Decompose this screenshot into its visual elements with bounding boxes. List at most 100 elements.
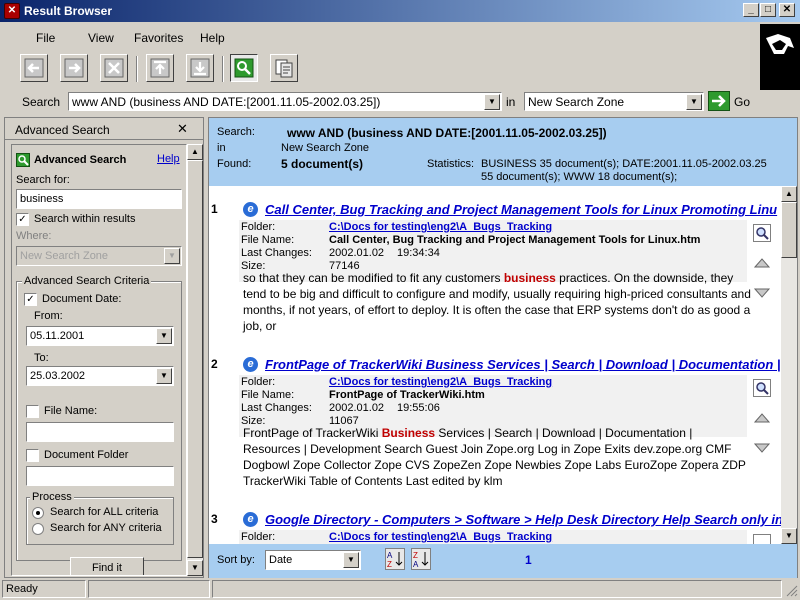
arrow-right-icon	[64, 58, 84, 78]
query-text[interactable]: www AND (business AND DATE:[2001.11.05-2…	[72, 95, 380, 109]
next-result-button[interactable]	[186, 54, 214, 82]
result-title-link[interactable]: FrontPage of TrackerWiki Business Servic…	[265, 357, 781, 372]
from-date-value: 05.11.2001	[30, 330, 85, 342]
advanced-search-panel: Advanced Search ✕ Advanced Search Help S…	[4, 117, 204, 578]
menu-view[interactable]: View	[88, 31, 114, 45]
menu-help[interactable]: Help	[200, 31, 225, 45]
any-criteria-radio[interactable]	[32, 523, 44, 535]
magnifier-icon[interactable]	[753, 224, 771, 242]
query-combobox[interactable]: www AND (business AND DATE:[2001.11.05-2…	[68, 92, 502, 111]
document-folder-checkbox[interactable]	[26, 449, 39, 462]
find-it-button[interactable]: Find it	[70, 557, 144, 575]
go-label[interactable]: Go	[734, 95, 750, 109]
arrow-up-icon	[150, 58, 170, 78]
menu-file[interactable]: File	[36, 31, 55, 45]
chevron-down-icon: ▼	[164, 248, 180, 264]
file-name-checkbox[interactable]	[26, 405, 39, 418]
form-title: Advanced Search	[34, 154, 127, 166]
close-panel-icon[interactable]: ✕	[177, 121, 188, 137]
result-title-link[interactable]: Google Directory - Computers > Software …	[265, 512, 781, 527]
prev-hit-icon[interactable]	[753, 254, 771, 272]
document-folder-input[interactable]	[26, 466, 174, 486]
next-hit-icon[interactable]	[753, 284, 771, 302]
stop-button[interactable]	[100, 54, 128, 82]
scroll-down-icon[interactable]: ▼	[781, 528, 797, 544]
prev-hit-icon[interactable]	[753, 409, 771, 427]
previous-result-button[interactable]	[146, 54, 174, 82]
result-number: 1	[211, 202, 218, 216]
panel-header: Advanced Search ✕	[5, 118, 203, 140]
resize-grip-icon[interactable]	[784, 582, 798, 598]
sort-ascending-icon[interactable]: AZ	[385, 548, 405, 570]
scroll-thumb[interactable]	[187, 160, 203, 558]
logo	[760, 24, 800, 90]
snippet-text: FrontPage of TrackerWiki	[243, 426, 382, 440]
file-name-input[interactable]	[26, 422, 174, 442]
statistics-label: Statistics:	[427, 158, 475, 170]
go-button[interactable]	[708, 91, 730, 111]
chevron-down-icon[interactable]: ▼	[686, 94, 702, 110]
zone-value: New Search Zone	[528, 95, 625, 109]
scroll-thumb[interactable]	[781, 202, 797, 258]
advanced-search-button[interactable]	[230, 54, 258, 82]
scroll-up-icon[interactable]: ▲	[781, 186, 797, 202]
back-button[interactable]	[20, 54, 48, 82]
search-summary: Search: www AND (business AND DATE:[2001…	[209, 118, 797, 186]
view-document-button[interactable]	[270, 54, 298, 82]
search-within-checkbox[interactable]: ✓	[16, 213, 29, 226]
result-number: 3	[211, 512, 218, 526]
process-group	[26, 497, 174, 545]
to-date-value: 25.03.2002	[30, 370, 86, 382]
scroll-down-icon[interactable]: ▼	[187, 560, 203, 576]
window-title: Result Browser	[24, 4, 113, 18]
forward-button[interactable]	[60, 54, 88, 82]
file-name-value: Call Center, Bug Tracking and Project Ma…	[329, 234, 701, 246]
magnifier-icon[interactable]	[753, 534, 771, 544]
search-for-input[interactable]: business	[16, 189, 182, 209]
folder-label: Folder:	[241, 221, 276, 233]
chevron-down-icon[interactable]: ▼	[156, 328, 172, 344]
results-scrollbar[interactable]: ▲ ▼	[781, 186, 797, 544]
next-hit-icon[interactable]	[753, 439, 771, 457]
all-criteria-radio[interactable]	[32, 507, 44, 519]
result-title-link[interactable]: Call Center, Bug Tracking and Project Ma…	[265, 202, 777, 217]
sort-select[interactable]: Date ▼	[265, 550, 361, 570]
search-label: Search	[22, 95, 61, 109]
toolbar	[0, 50, 760, 90]
ie-page-icon: e	[243, 202, 258, 217]
status-text: Ready	[2, 580, 86, 598]
menu-favorites[interactable]: Favorites	[134, 31, 183, 45]
document-date-label: Document Date:	[42, 293, 122, 305]
file-name-label: File Name:	[241, 234, 295, 246]
app-icon[interactable]: ✕	[4, 3, 20, 19]
folder-link[interactable]: C:\Docs for testing\eng2\A_Bugs_Tracking	[329, 221, 552, 233]
last-changes-date: 2002.01.02	[329, 402, 385, 414]
sort-label: Sort by:	[217, 554, 255, 566]
panel-scrollbar[interactable]: ▲ ▼	[187, 144, 203, 576]
results-list: 1 e Call Center, Bug Tracking and Projec…	[209, 186, 781, 544]
to-date-picker[interactable]: 25.03.2002 ▼	[26, 366, 174, 386]
svg-text:A: A	[387, 551, 393, 560]
result-item: 2 e FrontPage of TrackerWiki Business Se…	[209, 357, 781, 497]
document-date-checkbox[interactable]: ✓	[24, 293, 37, 306]
statistics-value: BUSINESS 35 document(s); DATE:2001.11.05…	[481, 158, 767, 183]
from-date-picker[interactable]: 05.11.2001 ▼	[26, 326, 174, 346]
magnifier-icon[interactable]	[753, 379, 771, 397]
chevron-down-icon[interactable]: ▼	[343, 552, 359, 568]
maximize-button[interactable]: □	[760, 3, 776, 17]
folder-link[interactable]: C:\Docs for testing\eng2\A_Bugs_Tracking	[329, 376, 552, 388]
folder-label: Folder:	[241, 376, 276, 388]
chevron-down-icon[interactable]: ▼	[156, 368, 172, 384]
zone-select[interactable]: New Search Zone ▼	[524, 92, 704, 111]
sort-descending-icon[interactable]: ZA	[411, 548, 431, 570]
page-number[interactable]: 1	[525, 553, 532, 567]
folder-link[interactable]: C:\Docs for testing\eng2\A_Bugs_Tracking	[329, 531, 552, 543]
file-name-label: File Name:	[44, 405, 98, 417]
where-select: New Search Zone ▼	[16, 246, 182, 266]
help-link[interactable]: Help	[157, 153, 180, 165]
scroll-up-icon[interactable]: ▲	[187, 144, 203, 160]
close-button[interactable]: ✕	[779, 3, 795, 17]
chevron-down-icon[interactable]: ▼	[484, 94, 500, 110]
ie-page-icon: e	[243, 357, 258, 372]
minimize-button[interactable]: _	[743, 3, 759, 17]
